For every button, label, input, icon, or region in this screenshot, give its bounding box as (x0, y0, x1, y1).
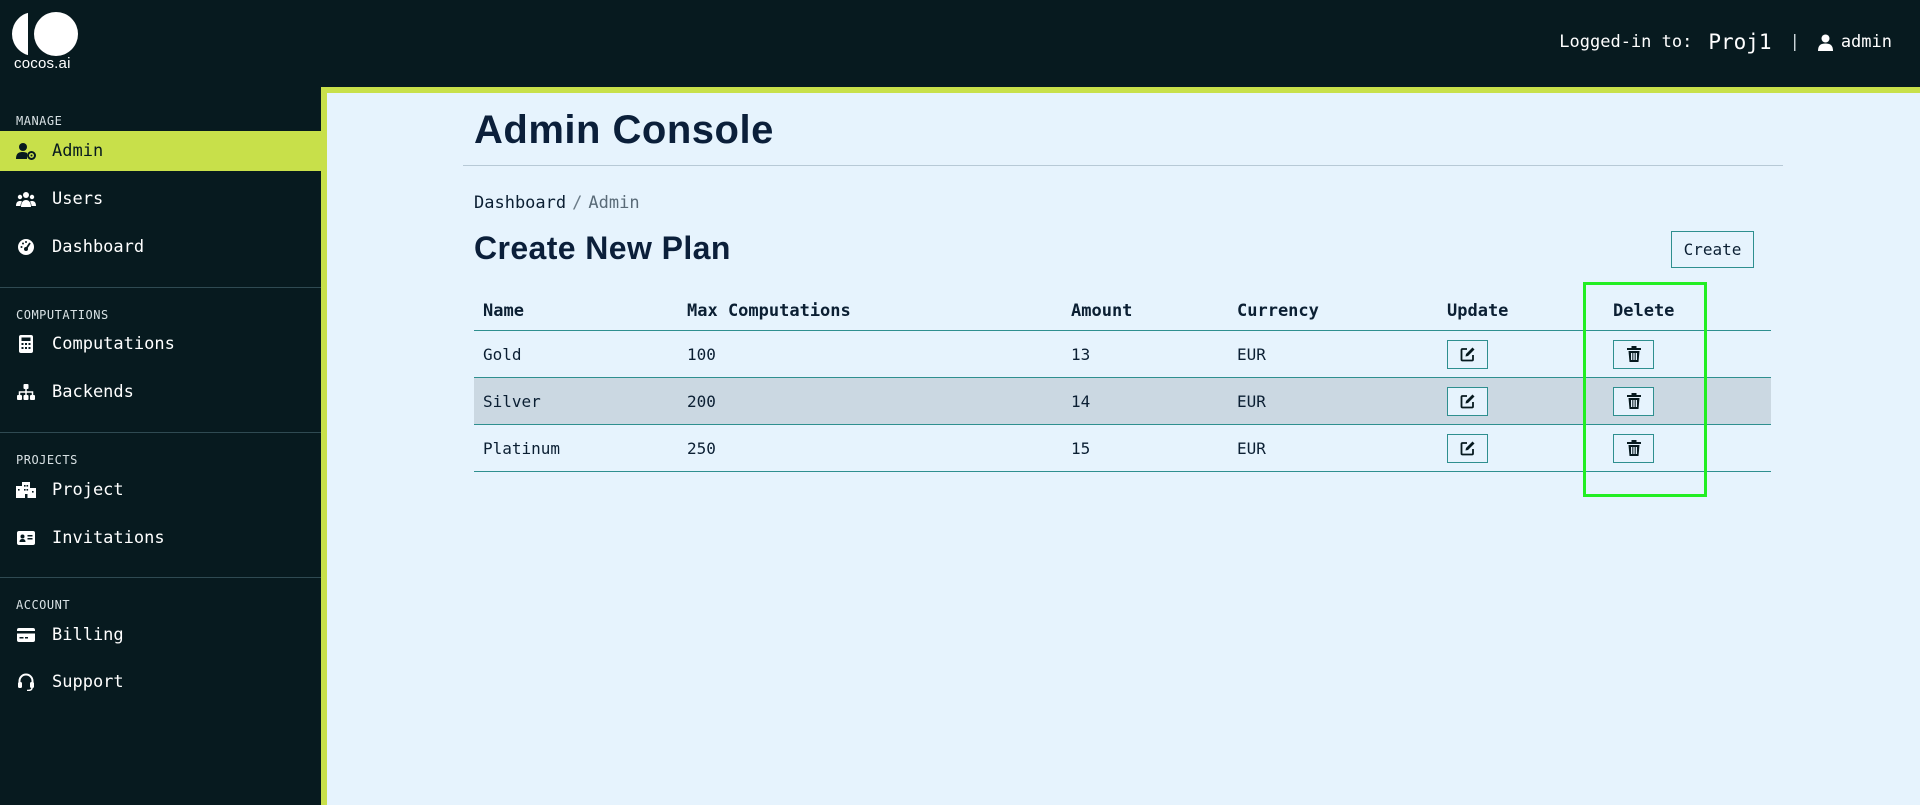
column-header-max-computations: Max Computations (687, 301, 851, 321)
username[interactable]: admin (1841, 32, 1892, 52)
sidebar-item-label: Billing (52, 625, 124, 645)
cocos-logo[interactable]: cocos.ai (12, 12, 82, 74)
logo-text: cocos.ai (14, 55, 71, 72)
sidebar-item-project[interactable]: Project (0, 470, 321, 510)
header-accent-border (321, 87, 1920, 93)
calculator-icon (16, 334, 36, 354)
building-icon (16, 480, 36, 500)
table-row: Platinum 250 15 EUR (474, 425, 1771, 472)
create-button[interactable]: Create (1671, 231, 1754, 268)
sidebar-item-label: Admin (52, 141, 104, 161)
sidebar-item-backends[interactable]: Backends (0, 372, 321, 412)
column-header-currency: Currency (1237, 301, 1319, 321)
section-title-account: ACCOUNT (16, 598, 71, 612)
breadcrumb-dashboard-link[interactable]: Dashboard (474, 193, 566, 213)
cell-max-computations: 100 (687, 344, 716, 364)
cell-name: Gold (483, 344, 522, 364)
cell-currency: EUR (1237, 438, 1266, 458)
users-icon (16, 189, 36, 209)
sidebar-item-label: Users (52, 189, 104, 209)
sidebar-divider (0, 432, 321, 433)
user-icon (1817, 34, 1833, 51)
table-row: Gold 100 13 EUR (474, 331, 1771, 378)
breadcrumb: Dashboard / Admin (474, 193, 640, 213)
breadcrumb-separator: / (572, 193, 583, 213)
column-header-update: Update (1447, 301, 1509, 321)
section-title-computations: COMPUTATIONS (16, 308, 109, 322)
update-button[interactable] (1447, 339, 1488, 369)
user-info: Logged-in to: Proj1 | admin (1559, 30, 1892, 54)
table-header-row: Name Max Computations Amount Currency Up… (474, 292, 1771, 331)
cell-max-computations: 250 (687, 438, 716, 458)
section-title-projects: PROJECTS (16, 453, 78, 467)
sidebar-divider (0, 577, 321, 578)
header-separator: | (1789, 32, 1800, 52)
page-title: Admin Console (474, 108, 774, 152)
edit-icon (1460, 441, 1474, 456)
sidebar-item-label: Invitations (52, 528, 165, 548)
sidebar-item-label: Computations (52, 334, 175, 354)
sidebar-item-label: Project (52, 480, 124, 500)
sidebar-divider (0, 287, 321, 288)
table-row: Silver 200 14 EUR (474, 378, 1771, 425)
sidebar-item-invitations[interactable]: Invitations (0, 518, 321, 558)
column-header-amount: Amount (1071, 301, 1133, 321)
cell-name: Silver (483, 391, 541, 411)
sidebar: MANAGE Admin Users Dashboard COMPUTATION… (0, 87, 321, 805)
cell-amount: 14 (1071, 391, 1091, 411)
edit-icon (1460, 347, 1474, 362)
credit-card-icon (16, 625, 36, 645)
sidebar-accent-border (321, 87, 327, 805)
sidebar-item-support[interactable]: Support (0, 662, 321, 702)
user-gear-icon (16, 141, 36, 161)
delete-column-highlight (1583, 282, 1707, 497)
headset-icon (16, 672, 36, 692)
update-cell (1447, 425, 1488, 471)
section-heading: Create New Plan (474, 230, 731, 266)
sidebar-item-admin[interactable]: Admin (0, 131, 321, 171)
update-button[interactable] (1447, 433, 1488, 463)
sidebar-item-dashboard[interactable]: Dashboard (0, 227, 321, 267)
plans-table: Name Max Computations Amount Currency Up… (474, 292, 1771, 472)
project-name[interactable]: Proj1 (1708, 30, 1771, 54)
title-divider (463, 165, 1783, 166)
cell-currency: EUR (1237, 391, 1266, 411)
gauge-icon (16, 237, 36, 257)
sidebar-item-label: Support (52, 672, 124, 692)
sidebar-item-billing[interactable]: Billing (0, 615, 321, 655)
cell-max-computations: 200 (687, 391, 716, 411)
sidebar-item-label: Backends (52, 382, 134, 402)
cell-name: Platinum (483, 438, 561, 458)
edit-icon (1460, 394, 1474, 409)
sitemap-icon (16, 382, 36, 402)
update-cell (1447, 331, 1488, 377)
column-header-name: Name (483, 301, 524, 321)
top-bar: cocos.ai Logged-in to: Proj1 | admin (0, 0, 1920, 87)
logged-in-label: Logged-in to: (1559, 32, 1693, 52)
cell-amount: 15 (1071, 438, 1091, 458)
id-card-icon (16, 528, 36, 548)
update-cell (1447, 378, 1488, 424)
sidebar-item-label: Dashboard (52, 237, 145, 257)
sidebar-item-users[interactable]: Users (0, 179, 321, 219)
cell-currency: EUR (1237, 344, 1266, 364)
breadcrumb-current: Admin (588, 193, 640, 213)
sidebar-item-computations[interactable]: Computations (0, 324, 321, 364)
update-button[interactable] (1447, 386, 1488, 416)
cell-amount: 13 (1071, 344, 1091, 364)
section-title-manage: MANAGE (16, 114, 63, 128)
